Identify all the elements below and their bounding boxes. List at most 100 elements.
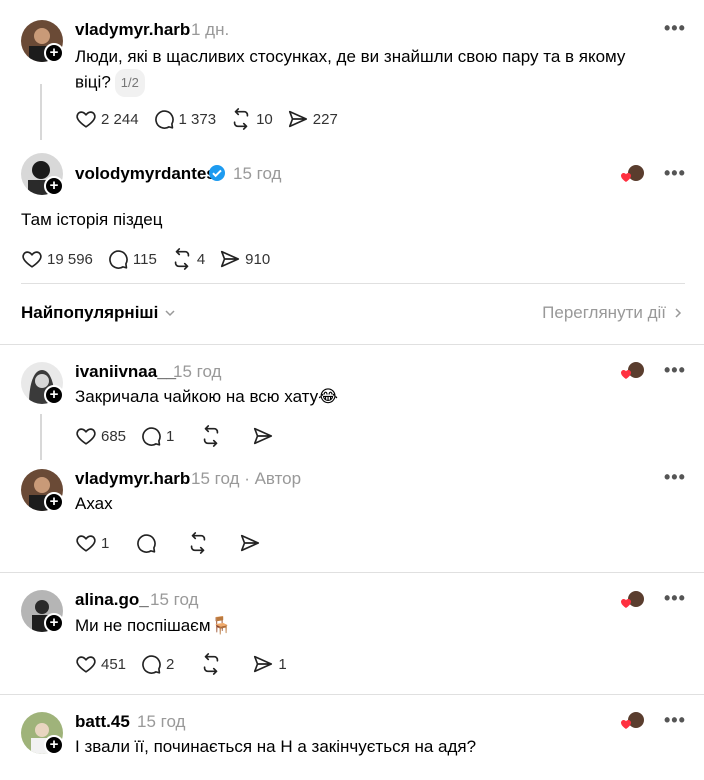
comment: + ivaniivnaa__ 15 год ••• Закричала чайк… bbox=[0, 344, 704, 464]
thread-line bbox=[40, 84, 42, 140]
post-actions: 2 244 1 373 10 227 bbox=[75, 107, 352, 131]
reply-post: + volodymyrdantes 15 год ••• Там історія… bbox=[0, 150, 704, 284]
comment-icon bbox=[140, 653, 162, 675]
comment-icon bbox=[140, 425, 162, 447]
share-button[interactable]: 227 bbox=[287, 108, 338, 130]
post-time: 15 год · Автор bbox=[191, 469, 302, 488]
heart-icon bbox=[75, 425, 97, 447]
username[interactable]: vladymyr.harb bbox=[75, 469, 190, 489]
like-count: 19 596 bbox=[47, 250, 93, 268]
view-activity-link[interactable]: Переглянути дії bbox=[542, 303, 685, 323]
repost-button[interactable]: 4 bbox=[171, 248, 205, 270]
repost-icon bbox=[200, 425, 222, 447]
post-actions: 19 596 115 4 910 bbox=[21, 247, 284, 271]
reply-button[interactable]: 2 bbox=[140, 653, 174, 675]
comment-text: Ми не поспішаєм🪑 bbox=[75, 614, 232, 638]
reply-button[interactable]: 1 bbox=[140, 425, 174, 447]
share-count: 1 bbox=[278, 655, 287, 673]
like-button[interactable]: 19 596 bbox=[21, 248, 93, 270]
like-button[interactable]: 685 bbox=[75, 425, 126, 447]
laughing-emoji: 😂 bbox=[318, 387, 339, 406]
follow-plus-icon[interactable]: + bbox=[44, 385, 64, 405]
share-button[interactable] bbox=[252, 425, 278, 447]
reply-count: 115 bbox=[132, 250, 157, 268]
comment-text-content: Закричала чайкою на всю хату bbox=[75, 387, 319, 406]
post-time: 15 год bbox=[173, 362, 222, 381]
comment-text-content: Ми не поспішаєм bbox=[75, 616, 211, 635]
comment-text: Ахах bbox=[75, 494, 113, 513]
comment-icon bbox=[153, 108, 175, 130]
comment-actions: 685 1 bbox=[75, 424, 292, 448]
reply-button[interactable] bbox=[135, 532, 161, 554]
like-count: 685 bbox=[101, 427, 127, 445]
more-dots-icon[interactable]: ••• bbox=[664, 163, 686, 184]
reply-button[interactable]: 1 373 bbox=[153, 108, 217, 130]
repost-button[interactable] bbox=[187, 532, 213, 554]
author-label: Автор bbox=[254, 469, 302, 488]
comment: + batt.45 15 год ••• І звали її, починає… bbox=[0, 694, 704, 780]
share-button[interactable] bbox=[239, 532, 265, 554]
like-button[interactable]: 2 244 bbox=[75, 108, 139, 130]
post-time: 15 год bbox=[150, 590, 199, 609]
share-button[interactable]: 1 bbox=[252, 653, 287, 675]
like-button[interactable]: 1 bbox=[75, 532, 109, 554]
repost-icon bbox=[187, 532, 209, 554]
repost-count: 10 bbox=[256, 110, 273, 128]
sort-dropdown[interactable]: Найпопулярніші bbox=[21, 303, 177, 323]
reply-count: 1 bbox=[166, 427, 175, 445]
page-indicator: 1/2 bbox=[114, 69, 145, 97]
liked-by-author-icon bbox=[620, 163, 646, 185]
comment-text: Закричала чайкою на всю хату😂 bbox=[75, 385, 338, 409]
follow-plus-icon[interactable]: + bbox=[44, 613, 64, 633]
chair-emoji: 🪑 bbox=[210, 616, 232, 635]
repost-button[interactable]: 10 bbox=[230, 108, 273, 130]
share-count: 910 bbox=[245, 250, 271, 268]
chevron-down-icon bbox=[165, 310, 175, 317]
send-icon bbox=[239, 532, 261, 554]
share-button[interactable]: 910 bbox=[219, 248, 270, 270]
repost-button[interactable] bbox=[200, 425, 226, 447]
more-dots-icon[interactable]: ••• bbox=[664, 710, 686, 731]
liked-by-author-icon bbox=[620, 589, 646, 611]
follow-plus-icon[interactable]: + bbox=[44, 43, 64, 63]
send-icon bbox=[252, 653, 274, 675]
liked-by-author-icon bbox=[620, 360, 646, 382]
follow-plus-icon[interactable]: + bbox=[44, 735, 64, 755]
original-post: + vladymyr.harb 1 дн. ••• Люди, які в ща… bbox=[0, 0, 704, 150]
divider bbox=[21, 283, 685, 284]
reply-count: 2 bbox=[166, 655, 175, 673]
liked-by-author-icon bbox=[620, 710, 646, 732]
send-icon bbox=[287, 108, 309, 130]
more-dots-icon[interactable]: ••• bbox=[664, 588, 686, 609]
comment-actions: 451 2 1 bbox=[75, 652, 301, 676]
send-icon bbox=[252, 425, 274, 447]
repost-button[interactable] bbox=[200, 653, 226, 675]
more-dots-icon[interactable]: ••• bbox=[664, 360, 686, 381]
post-time-value: 15 год bbox=[191, 469, 240, 488]
heart-icon bbox=[75, 653, 97, 675]
username[interactable]: ivaniivnaa__ bbox=[75, 362, 176, 382]
verified-badge-icon bbox=[209, 165, 225, 181]
comment: + alina.go_ 15 год ••• Ми не поспішаєм🪑 … bbox=[0, 572, 704, 694]
username[interactable]: vladymyr.harb bbox=[75, 20, 190, 40]
post-time: 1 дн. bbox=[191, 20, 230, 39]
view-activity-label: Переглянути дії bbox=[542, 303, 666, 322]
heart-icon bbox=[21, 248, 43, 270]
username[interactable]: alina.go_ bbox=[75, 590, 149, 610]
post-time: 15 год bbox=[233, 164, 282, 183]
more-dots-icon[interactable]: ••• bbox=[664, 467, 686, 488]
share-count: 227 bbox=[312, 110, 338, 128]
thread-line bbox=[40, 414, 42, 460]
username[interactable]: batt.45 bbox=[75, 712, 130, 732]
reply-count: 1 373 bbox=[178, 110, 217, 128]
heart-icon bbox=[75, 108, 97, 130]
like-count: 1 bbox=[101, 534, 110, 552]
more-dots-icon[interactable]: ••• bbox=[664, 18, 686, 39]
follow-plus-icon[interactable]: + bbox=[44, 176, 64, 196]
post-text: Люди, які в щасливих стосунках, де ви зн… bbox=[75, 45, 635, 97]
username[interactable]: volodymyrdantes bbox=[75, 164, 216, 184]
follow-plus-icon[interactable]: + bbox=[44, 492, 64, 512]
like-button[interactable]: 451 bbox=[75, 653, 126, 675]
reply-button[interactable]: 115 bbox=[107, 248, 157, 270]
post-text: Там історія піздец bbox=[21, 210, 163, 229]
